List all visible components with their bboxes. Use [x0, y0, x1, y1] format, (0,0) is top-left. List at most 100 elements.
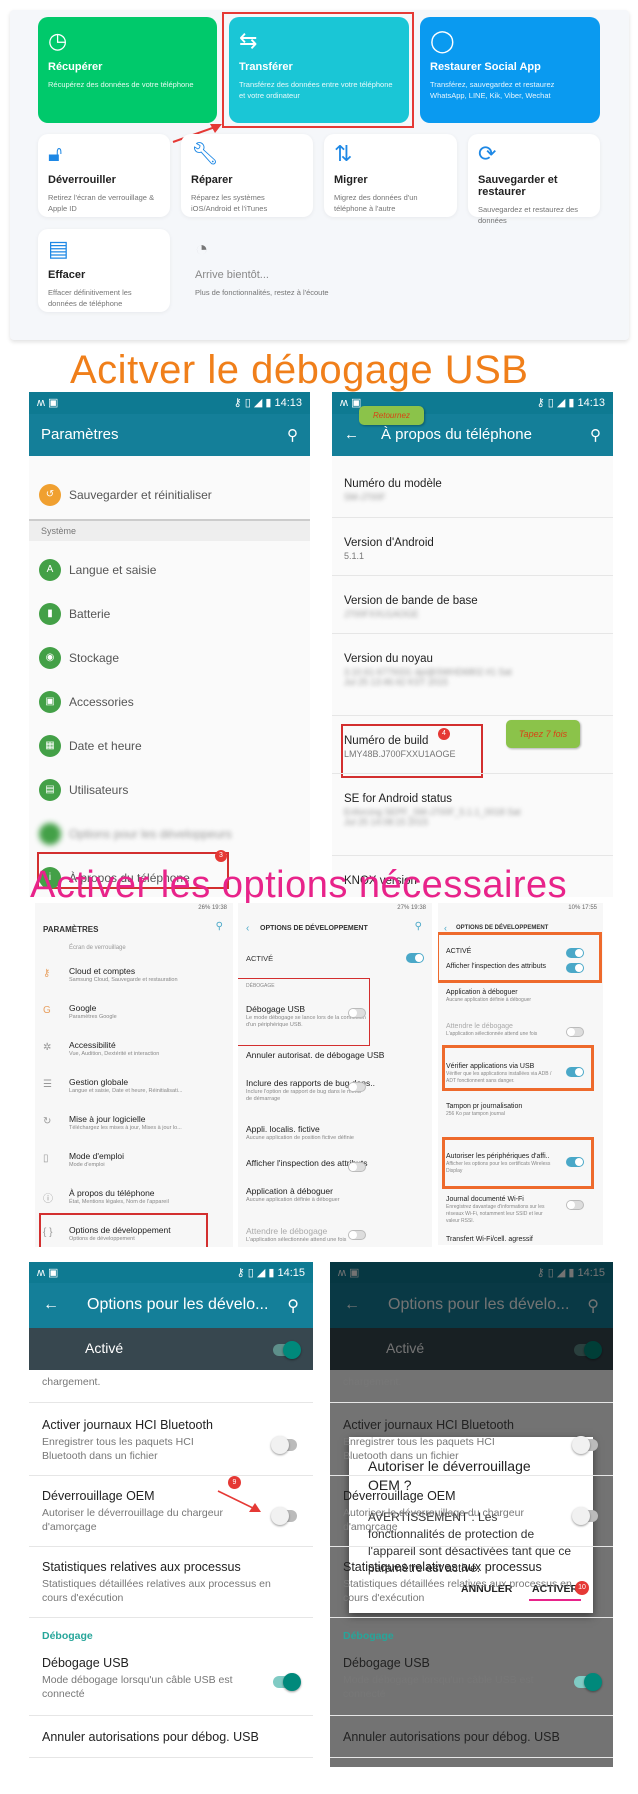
- master-toggle[interactable]: [273, 1341, 301, 1359]
- toggle[interactable]: [566, 1027, 584, 1037]
- toggle[interactable]: [572, 1507, 598, 1525]
- revoke-usb-authorizations[interactable]: Annuler autorisations pour débog. USB: [343, 1730, 560, 1744]
- dev-option[interactable]: Activer journaux HCI Bluetooth Enregistre…: [42, 1418, 272, 1463]
- toggle[interactable]: [271, 1436, 297, 1454]
- settings-screen: ʍ ▣ ⚷ ▯ ◢ ▮ 14:13 Paramètres ⚲ ↺ Sauvegard…: [29, 392, 310, 897]
- feature-card-3[interactable]: ◯ Restaurer Social App Transférez, sauvega…: [420, 17, 600, 123]
- settings-item[interactable]: Google Paramètres Google: [69, 1003, 117, 1021]
- dev-option[interactable]: Statistiques relatives aux processus Stat…: [343, 1560, 573, 1605]
- dev-option[interactable]: Afficher l'inspection des attributs: [446, 963, 546, 970]
- about-row[interactable]: Numéro de build LMY48B.J700FXXU1AOGE: [344, 735, 524, 759]
- item-subtitle: Langue et saisie, Date et heure, Réiniti…: [69, 1088, 183, 1094]
- usb-debugging-option[interactable]: Débogage USB Mode débogage lorsqu'un câbl…: [343, 1656, 543, 1701]
- settings-item[interactable]: Mode d'emploi Mode d'emploi: [69, 1151, 124, 1169]
- toggle[interactable]: [348, 1230, 366, 1240]
- settings-item[interactable]: Gestion globale Langue et saisie, Date et…: [69, 1077, 182, 1095]
- item-title: À propos du téléphone: [69, 1188, 155, 1198]
- settings-item[interactable]: Date et heure: [69, 739, 142, 753]
- dev-option[interactable]: Vérifier applications via USB Vérifier qu…: [446, 1063, 556, 1085]
- settings-item[interactable]: À propos du téléphone État, Mentions léga…: [69, 1188, 169, 1206]
- status-bar: 10% 17:55: [568, 905, 597, 911]
- settings-item[interactable]: Options pour les développeurs: [69, 827, 232, 841]
- toggle[interactable]: [348, 1162, 366, 1172]
- feature-card-9[interactable]: ◔ Arrive bientôt... Plus de fonctionnalité…: [185, 229, 457, 312]
- feature-card-2[interactable]: ⇆ Transférer Transférez des données entre …: [229, 17, 409, 123]
- dev-option[interactable]: Application à déboguer Aucune application…: [446, 989, 556, 1004]
- feature-card-5[interactable]: 🔧︎ Réparer Réparez les systèmes iOS/Androi…: [181, 134, 313, 217]
- back-arrow-icon[interactable]: ←: [344, 426, 359, 443]
- search-icon[interactable]: ⚲: [216, 921, 223, 932]
- divider: [332, 633, 613, 634]
- settings-item[interactable]: Stockage: [69, 651, 119, 665]
- oem-unlock-dialog-screen: ʍ ▣⚷ ▯ ◢ ▮ 14:15 ←Options pour les dével…: [330, 1262, 613, 1767]
- samsung-developer-options-screen: 27% 19:38 ‹ OPTIONS DE DÉVELOPPEMENT ⚲ A…: [238, 903, 432, 1247]
- feature-card-4[interactable]: 🔓︎ Déverrouiller Retirez l'écran de verrou…: [38, 134, 170, 217]
- feature-card-7[interactable]: ⟳ Sauvegarder et restaurer Sauvegardez et …: [468, 134, 600, 225]
- toggle[interactable]: [348, 1008, 366, 1018]
- toggle[interactable]: [566, 948, 584, 958]
- dev-option[interactable]: Transfert Wi-Fi/cell. agressif: [446, 1236, 533, 1243]
- dev-option[interactable]: Journal documenté Wi-Fi Enregistrez davan…: [446, 1196, 556, 1225]
- usb-debugging-toggle[interactable]: [273, 1673, 301, 1691]
- settings-item-backup[interactable]: Sauvegarder et réinitialiser: [69, 488, 212, 502]
- search-icon[interactable]: ⚲: [287, 1296, 299, 1316]
- item-subtitle: Vue, Audition, Dextérité et interaction: [69, 1051, 160, 1057]
- clock: 14:13: [577, 397, 605, 409]
- notification-icon: ʍ ▣: [340, 397, 362, 409]
- divider: [330, 1757, 613, 1758]
- settings-item[interactable]: Accessibilité Vue, Audition, Dextérité et…: [69, 1040, 159, 1058]
- toggle[interactable]: [566, 963, 584, 973]
- item-subtitle: 256 Ko par tampon journal: [446, 1111, 505, 1117]
- settings-item[interactable]: Accessories: [69, 695, 134, 709]
- status-bar: ʍ ▣ ⚷ ▯ ◢ ▮ 14:13: [29, 392, 310, 414]
- toggle[interactable]: [566, 1157, 584, 1167]
- about-phone-screen: ʍ ▣ ⚷ ▯ ◢ ▮ 14:13 ← À propos du téléphone ⚲…: [332, 392, 613, 897]
- dev-option[interactable]: Débogage USB Le mode débogage se lance lo…: [246, 1004, 366, 1029]
- settings-item[interactable]: Utilisateurs: [69, 783, 128, 797]
- item-subtitle: Options de développement: [69, 1236, 135, 1242]
- item-subtitle: Vérifier que les applications installées…: [446, 1071, 552, 1084]
- dev-option[interactable]: Tampon pr journalisation 256 Ko par tampo…: [446, 1103, 556, 1118]
- divider: [29, 1617, 313, 1618]
- about-row: Version du noyau 3.10.61-6779331 dpi@SWHD…: [344, 653, 524, 687]
- search-icon[interactable]: ⚲: [287, 426, 298, 444]
- settings-item-lock-screen[interactable]: Écran de verrouillage: [69, 945, 126, 951]
- settings-item[interactable]: Batterie: [69, 607, 110, 621]
- settings-item[interactable]: Mise à jour logicielle Téléchargez les mi…: [69, 1114, 182, 1132]
- toggle[interactable]: [566, 1200, 584, 1210]
- item-subtitle: Autoriser le déverrouillage du chargeur …: [42, 1507, 223, 1533]
- dev-option[interactable]: Application à déboguer Aucune application…: [246, 1186, 366, 1204]
- divider: [330, 1402, 613, 1403]
- usb-debugging-toggle[interactable]: [574, 1673, 602, 1691]
- about-row-value: SM-J700F: [344, 492, 386, 502]
- feature-card-8[interactable]: ▤ Effacer Effacer définitivement les donné…: [38, 229, 170, 312]
- dev-option[interactable]: Attendre le débogage L'application sélect…: [446, 1023, 556, 1038]
- dev-option[interactable]: Appli. localis. fictive Aucune applicatio…: [246, 1124, 366, 1142]
- feature-card-6[interactable]: ⇅ Migrer Migrez des données d'un téléphone…: [324, 134, 457, 217]
- settings-item[interactable]: Cloud et comptes Samsung Cloud, Sauvegard…: [69, 966, 178, 984]
- feature-card-1[interactable]: ◷ Récupérer Récupérez des données de votre…: [38, 17, 217, 123]
- item-title: Tampon pr journalisation: [446, 1103, 523, 1110]
- back-arrow-icon[interactable]: ‹: [246, 923, 249, 934]
- dev-option[interactable]: Déverrouillage OEM Autoriser le déverroui…: [343, 1489, 573, 1534]
- dev-option[interactable]: Autoriser les périphériques d'affi.. Affi…: [446, 1153, 556, 1175]
- settings-item[interactable]: Options de développement Options de dével…: [69, 1225, 171, 1243]
- toggle[interactable]: [566, 1067, 584, 1077]
- toggle[interactable]: [271, 1507, 297, 1525]
- dev-option[interactable]: Annuler autorisat. de débogage USB: [246, 1050, 384, 1060]
- back-arrow-icon[interactable]: ←: [43, 1296, 59, 1313]
- dev-option[interactable]: Activer journaux HCI Bluetooth Enregistre…: [343, 1418, 573, 1463]
- dev-option[interactable]: ACTIVÉ: [446, 948, 471, 955]
- master-toggle[interactable]: [406, 953, 424, 963]
- usb-debugging-option[interactable]: Débogage USB Mode débogage lorsqu'un câbl…: [42, 1656, 242, 1701]
- toggle[interactable]: [572, 1436, 598, 1454]
- revoke-usb-authorizations[interactable]: Annuler autorisations pour débog. USB: [42, 1730, 259, 1744]
- toggle[interactable]: [348, 1082, 366, 1092]
- about-row-value: LMY48B.J700FXXU1AOGE: [344, 749, 456, 759]
- update-icon: ↻: [43, 1116, 52, 1127]
- settings-item[interactable]: Langue et saisie: [69, 563, 156, 577]
- dev-option[interactable]: Statistiques relatives aux processus Stat…: [42, 1560, 272, 1605]
- feature-title: Sauvegarder et restaurer: [478, 174, 558, 198]
- search-icon[interactable]: ⚲: [415, 921, 422, 932]
- search-icon[interactable]: ⚲: [590, 426, 601, 444]
